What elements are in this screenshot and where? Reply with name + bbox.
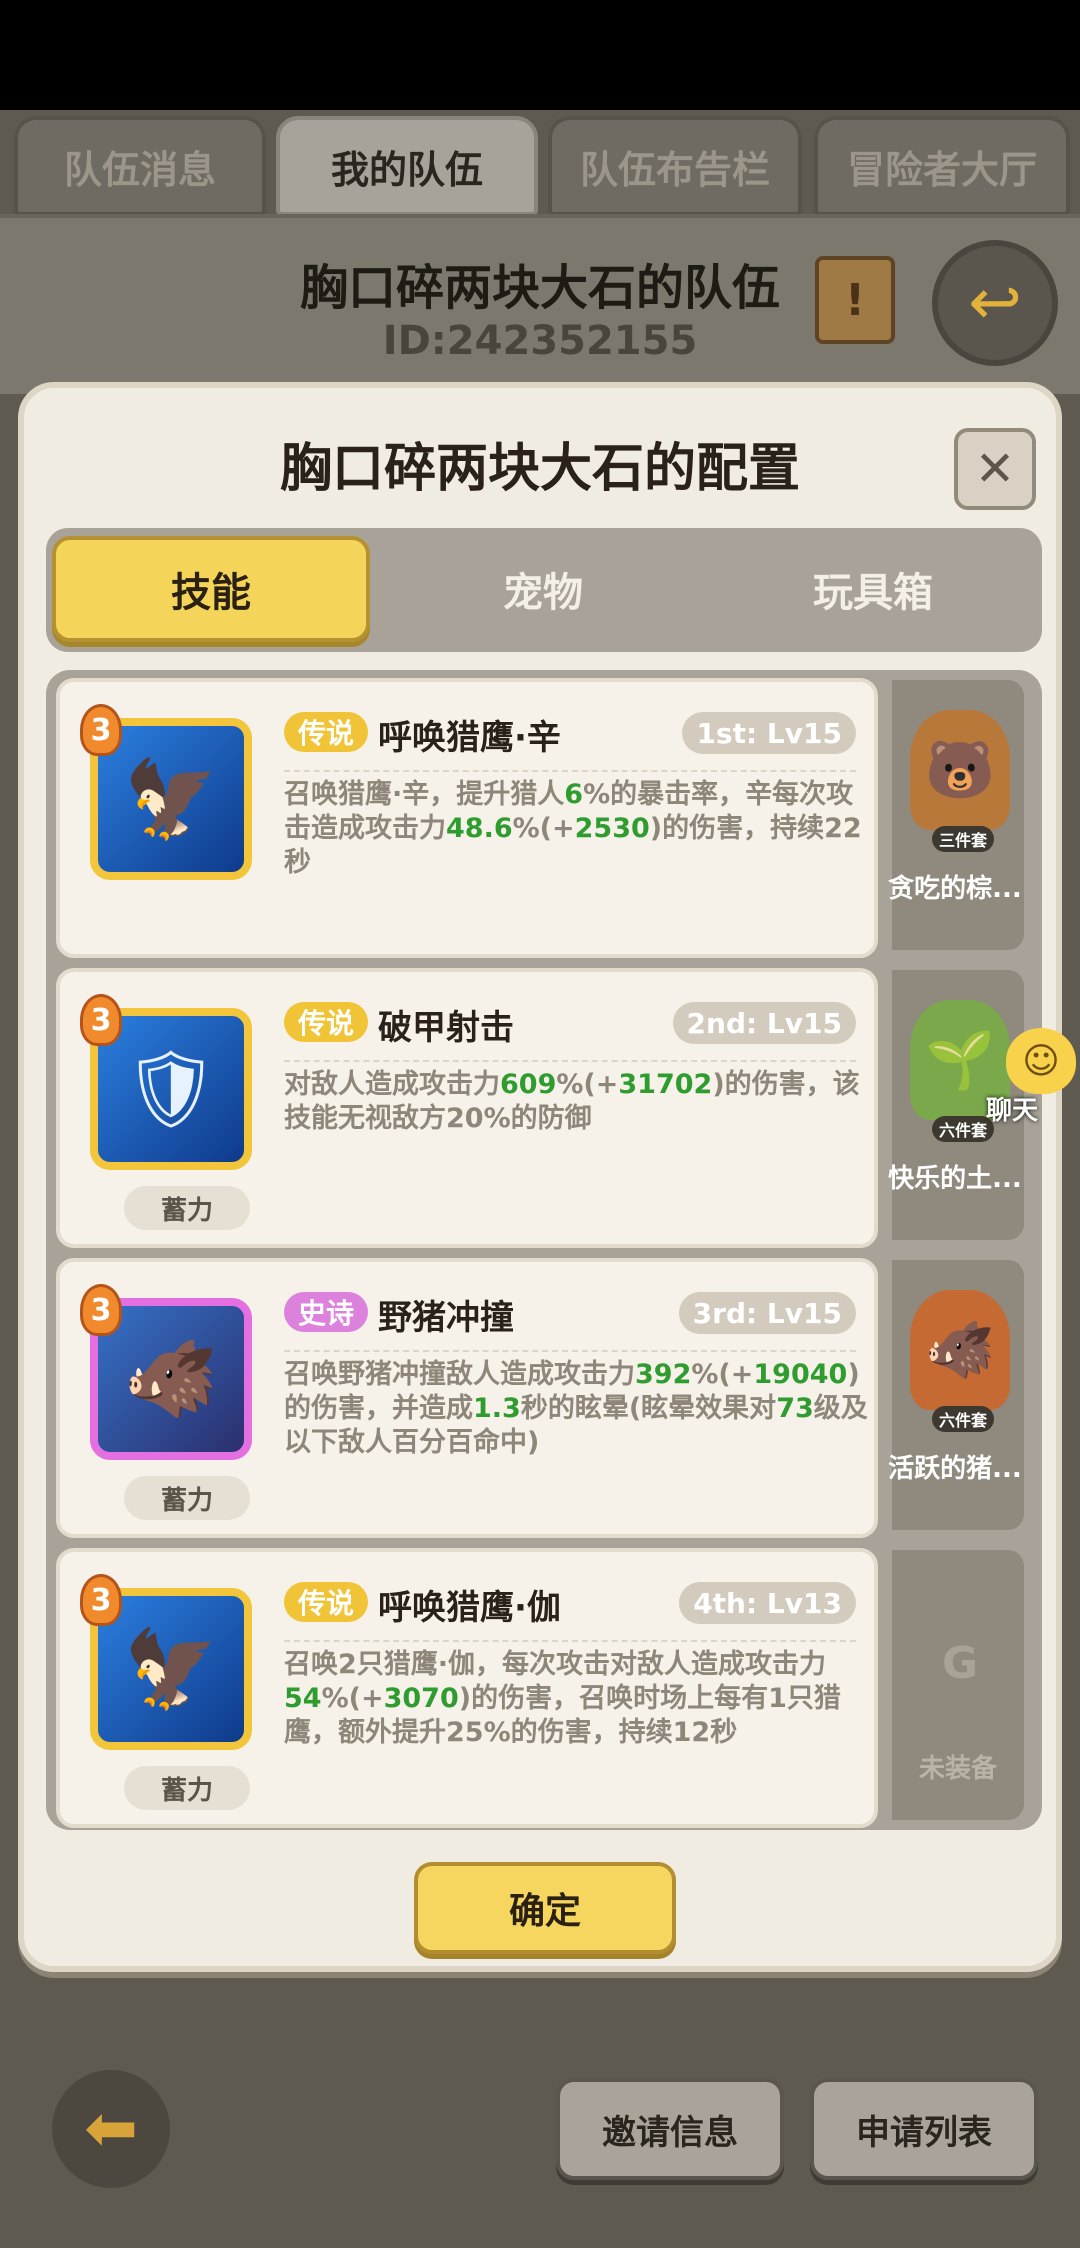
- skill-value: 2530: [574, 813, 650, 844]
- pet-slot-4[interactable]: G 未装备: [892, 1550, 1024, 1820]
- skill-value: 3070: [383, 1683, 459, 1714]
- empty-slot-icon: G: [910, 1608, 1010, 1718]
- skill-list: 🦅 3 传说 呼唤猎鹰·辛 1st: Lv15 召唤猎鹰·辛，提升猎人6%的暴击率，辛每次…: [46, 670, 1042, 1830]
- pet-name: 快乐的土...: [888, 1164, 1022, 1194]
- skill-value: 6: [564, 779, 584, 810]
- skill-description: 召唤2只猎鹰·伽，每次攻击对敌人造成攻击力54%(+3070)的伤害，召唤时场上…: [284, 1648, 870, 1750]
- skill-name: 呼唤猎鹰·伽: [378, 1588, 561, 1628]
- skill-text: 召唤猎鹰·辛，提升猎人: [284, 779, 565, 810]
- skill-level-badge: 3: [80, 994, 122, 1046]
- skill-text: %(+: [512, 813, 575, 844]
- charge-tag: 蓄力: [124, 1766, 250, 1810]
- divider: [284, 1350, 856, 1352]
- tab-adventurer-hall[interactable]: 冒险者大厅: [814, 116, 1070, 216]
- team-header: 胸口碎两块大石的队伍 ID:242352155 ! ↩: [0, 214, 1080, 394]
- config-modal: 胸口碎两块大石的配置 ✕ 技能 宠物 玩具箱 🦅 3 传说 呼唤猎鹰·辛 1st: Lv…: [18, 382, 1062, 1972]
- pet-column: 🐻 三件套 贪吃的棕... 🌱 六件套 快乐的土... 🐗 六件套 活跃的猪..…: [888, 680, 1032, 1820]
- tab-toybox[interactable]: 玩具箱: [714, 536, 1032, 642]
- divider: [284, 770, 856, 772]
- confirm-button[interactable]: 确定: [414, 1862, 676, 1954]
- charge-tag: 蓄力: [124, 1476, 250, 1520]
- skill-text: 召唤2只猎鹰·伽，每次攻击对敌人造成攻击力: [284, 1649, 827, 1680]
- skill-description: 召唤野猪冲撞敌人造成攻击力392%(+19040)的伤害，并造成1.3秒的眩晕(…: [284, 1358, 870, 1460]
- skill-value: 392: [635, 1359, 692, 1390]
- pet-name: 贪吃的棕...: [888, 874, 1022, 904]
- pet-name: 活跃的猪...: [888, 1454, 1022, 1484]
- chat-bubble-icon[interactable]: ☺: [1006, 1028, 1076, 1094]
- set-badge: 六件套: [932, 1116, 994, 1142]
- skill-value: 73: [776, 1393, 814, 1424]
- rarity-badge: 史诗: [284, 1292, 369, 1332]
- modal-title: 胸口碎两块大石的配置: [279, 439, 800, 499]
- skill-card[interactable]: 🦅 3 蓄力 传说 呼唤猎鹰·伽 4th: Lv13 召唤2只猎鹰·伽，每次攻击对敌人造成攻…: [56, 1548, 878, 1828]
- invite-info-button[interactable]: 邀请信息: [556, 2078, 784, 2180]
- set-badge: 三件套: [932, 826, 994, 852]
- rarity-badge: 传说: [284, 712, 369, 752]
- divider: [284, 1640, 856, 1642]
- set-badge: 六件套: [932, 1406, 994, 1432]
- skill-text: %(+: [691, 1359, 754, 1390]
- skill-text: %(+: [321, 1683, 384, 1714]
- back-arrow-icon[interactable]: ⬅: [52, 2070, 170, 2188]
- skill-name: 破甲射击: [378, 1008, 514, 1048]
- tab-team-board[interactable]: 队伍布告栏: [548, 116, 802, 216]
- skill-name: 野猪冲撞: [378, 1298, 514, 1338]
- skill-slot-level: 4th: Lv13: [679, 1582, 856, 1624]
- notice-scroll-icon[interactable]: !: [815, 256, 895, 344]
- chat-label[interactable]: 聊天: [986, 1090, 1038, 1127]
- skill-value: 48.6: [446, 813, 513, 844]
- skill-text: 召唤野猪冲撞敌人造成攻击力: [284, 1359, 635, 1390]
- skill-value: 31702: [618, 1069, 713, 1100]
- skill-card[interactable]: 🐗 3 蓄力 史诗 野猪冲撞 3rd: Lv15 召唤野猪冲撞敌人造成攻击力392%(+19…: [56, 1258, 878, 1538]
- skill-description: 对敌人造成攻击力609%(+31702)的伤害，该技能无视敌方20%的防御: [284, 1068, 870, 1136]
- team-name: 胸口碎两块大石的队伍: [299, 260, 780, 316]
- skill-slot-level: 3rd: Lv15: [678, 1292, 856, 1334]
- skill-description: 召唤猎鹰·辛，提升猎人6%的暴击率，辛每次攻击造成攻击力48.6%(+2530)…: [284, 778, 870, 880]
- skill-level-badge: 3: [80, 1284, 122, 1336]
- skill-text: %(+: [556, 1069, 619, 1100]
- apply-list-button[interactable]: 申请列表: [810, 2078, 1038, 2180]
- status-bar: [0, 0, 1080, 110]
- pet-slot-1[interactable]: 🐻 三件套 贪吃的棕...: [888, 680, 1024, 950]
- skill-card[interactable]: 🛡 3 蓄力 传说 破甲射击 2nd: Lv15 对敌人造成攻击力609%(+31702)的…: [56, 968, 878, 1248]
- bear-pet-icon: 🐻: [910, 710, 1010, 830]
- skill-text: 对敌人造成攻击力: [284, 1069, 500, 1100]
- close-icon: ✕: [974, 441, 1016, 497]
- divider: [284, 1060, 856, 1062]
- skill-slot-level: 1st: Lv15: [682, 712, 856, 754]
- skill-level-badge: 3: [80, 704, 122, 756]
- skill-value: 19040: [753, 1359, 848, 1390]
- return-arrow-icon[interactable]: ↩: [932, 240, 1058, 366]
- skill-text: 秒的眩晕(眩晕效果对: [520, 1393, 777, 1424]
- boar-pet-icon: 🐗: [910, 1290, 1010, 1410]
- skill-level-badge: 3: [80, 1574, 122, 1626]
- skill-value: 54: [284, 1683, 322, 1714]
- rarity-badge: 传说: [284, 1002, 369, 1042]
- pet-slot-3[interactable]: 🐗 六件套 活跃的猪...: [888, 1260, 1024, 1530]
- config-segment-tabs: 技能 宠物 玩具箱: [46, 528, 1042, 652]
- tab-team-messages[interactable]: 队伍消息: [14, 116, 266, 216]
- top-tabs: 队伍消息 我的队伍 队伍布告栏 冒险者大厅: [14, 116, 1070, 216]
- team-id: ID:242352155: [382, 318, 698, 364]
- tab-my-team[interactable]: 我的队伍: [276, 116, 538, 216]
- rarity-badge: 传说: [284, 1582, 369, 1622]
- tab-pets[interactable]: 宠物: [384, 536, 702, 642]
- skill-name: 呼唤猎鹰·辛: [378, 718, 561, 758]
- tab-skills[interactable]: 技能: [52, 536, 370, 642]
- skill-value: 609: [500, 1069, 557, 1100]
- skill-slot-level: 2nd: Lv15: [672, 1002, 856, 1044]
- charge-tag: 蓄力: [124, 1186, 250, 1230]
- skill-value: 1.3: [473, 1393, 521, 1424]
- empty-slot-label: 未装备: [918, 1754, 997, 1784]
- close-button[interactable]: ✕: [954, 428, 1036, 510]
- skill-card[interactable]: 🦅 3 传说 呼唤猎鹰·辛 1st: Lv15 召唤猎鹰·辛，提升猎人6%的暴击率，辛每次…: [56, 678, 878, 958]
